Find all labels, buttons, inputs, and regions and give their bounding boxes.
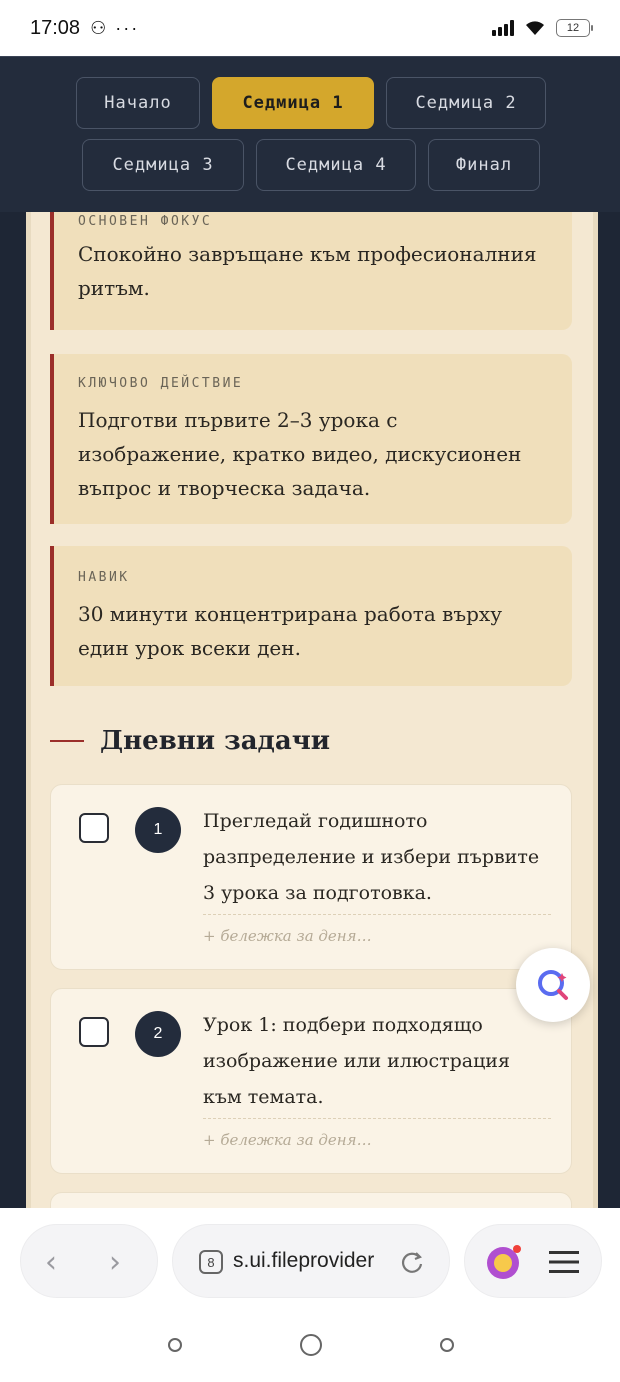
daily-tasks-title: Дневни задачи [100,726,331,756]
habit-text: 30 минути концентрирана работа върху еди… [78,602,502,660]
recents-button[interactable] [168,1338,182,1352]
url-text: s.ui.fileprovider [233,1249,375,1272]
focus-card: ОСНОВЕН ФОКУС Спокойно завръщане към про… [50,212,572,330]
status-bar: 17:08 ⚇ ··· 12 [0,0,620,56]
task-number: 1 [135,807,181,853]
task-text: Урок 1: подбери подходящо изображение ил… [203,1014,510,1108]
task-number: 2 [135,1011,181,1057]
task-text: Прегледай годишното разпределение и избе… [203,810,540,904]
wifi-icon [526,21,544,35]
tab-final[interactable]: Финал [428,139,540,191]
tab-week-3[interactable]: Седмица 3 [82,139,244,191]
ai-search-button[interactable] [516,948,590,1022]
browser-extension-icon[interactable] [485,1245,521,1281]
heading-dash [50,740,84,742]
menu-icon[interactable] [549,1250,579,1274]
address-bar[interactable]: 8 s.ui.fileprovider [172,1224,450,1298]
daily-tasks-heading: Дневни задачи [50,726,330,756]
key-action-label: КЛЮЧОВО ДЕЙСТВИЕ [78,376,244,391]
focus-text: Спокойно завръщане към професионалния ри… [78,242,537,300]
habit-card: НАВИК 30 минути концентрирана работа вър… [50,546,572,686]
key-action-text: Подготви първите 2–3 урока с изображение… [78,408,522,500]
task-item: 1 Прегледай годишното разпределение и из… [50,784,572,970]
battery-icon: 12 [556,19,593,37]
status-right: 12 [492,19,593,37]
signal-icon [492,20,514,36]
week-nav: Начало Седмица 1 Седмица 2 Седмица 3 Сед… [0,56,620,212]
tab-count[interactable]: 8 [199,1250,223,1274]
tab-week-2[interactable]: Седмица 2 [386,77,546,129]
tab-week-1[interactable]: Седмица 1 [212,77,374,129]
status-time: 17:08 [30,16,81,39]
forward-icon[interactable]: › [109,1245,121,1280]
system-navigation [0,1310,620,1382]
task-item [50,1192,572,1208]
habit-label: НАВИК [78,570,130,585]
home-button[interactable] [300,1334,322,1356]
back-button[interactable] [440,1338,454,1352]
back-icon[interactable]: ‹ [45,1245,57,1280]
notification-icons: ⚇ ··· [90,17,140,38]
week-content: ОСНОВЕН ФОКУС Спокойно завръщане към про… [26,212,598,1208]
task-note-input[interactable]: + бележка за деня… [203,1118,551,1149]
nav-arrows: ‹ › [20,1224,158,1298]
task-item: 2 Урок 1: подбери подходящо изображение … [50,988,572,1174]
task-checkbox[interactable] [79,813,109,843]
key-action-card: КЛЮЧОВО ДЕЙСТВИЕ Подготви първите 2–3 ур… [50,354,572,524]
ai-search-icon [538,970,568,1000]
reload-icon[interactable] [399,1249,425,1275]
tab-nachalo[interactable]: Начало [76,77,200,129]
browser-toolbar: ‹ › 8 s.ui.fileprovider [0,1208,620,1310]
task-note-input[interactable]: + бележка за деня… [203,914,551,945]
browser-actions [464,1224,602,1298]
focus-label: ОСНОВЕН ФОКУС [78,214,213,229]
tab-week-4[interactable]: Седмица 4 [256,139,416,191]
task-checkbox[interactable] [79,1017,109,1047]
